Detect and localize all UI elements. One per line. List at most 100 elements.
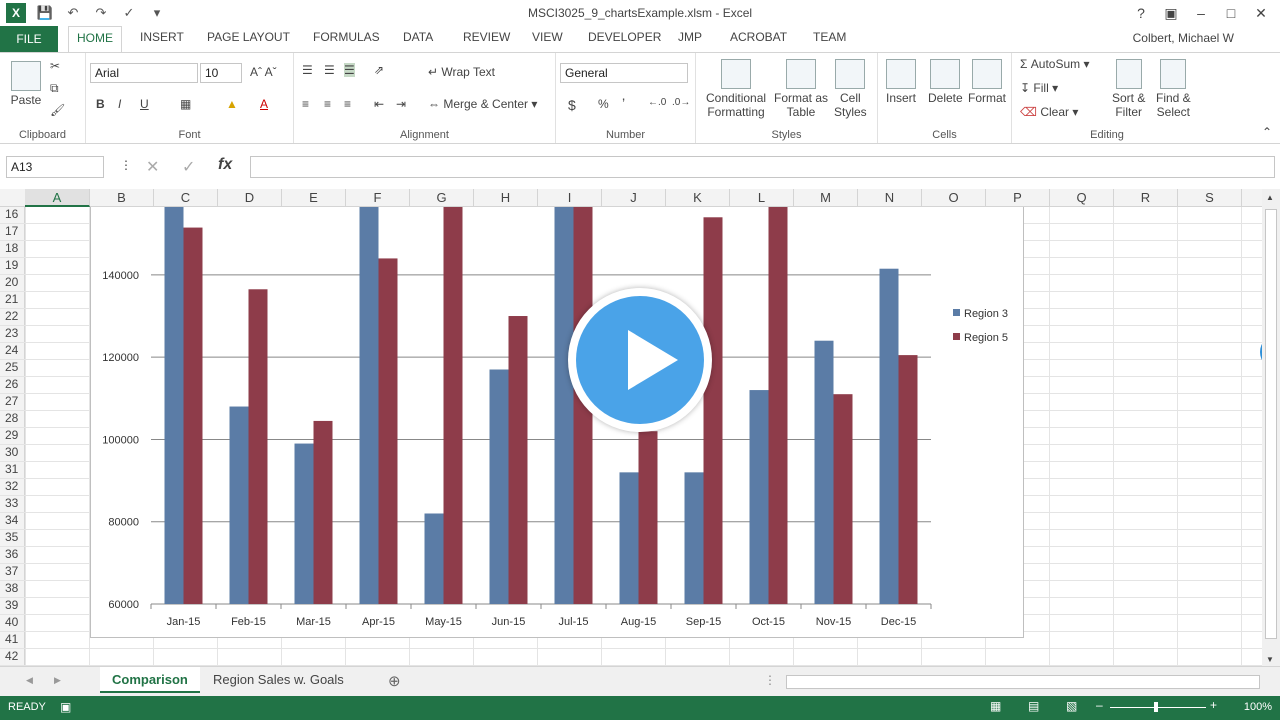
- maximize-icon[interactable]: □: [1216, 2, 1246, 24]
- align-top-icon[interactable]: ☰: [302, 63, 313, 77]
- insert-button[interactable]: Insert: [886, 59, 916, 105]
- tab-team[interactable]: TEAM: [813, 30, 846, 44]
- column-header-a[interactable]: A: [25, 189, 90, 207]
- vertical-scrollbar[interactable]: ▲ ▼: [1262, 189, 1280, 666]
- row-header-16[interactable]: 16: [0, 207, 25, 224]
- sheet-tab-region-sales[interactable]: Region Sales w. Goals: [201, 667, 356, 693]
- format-as-table-button[interactable]: Format as Table: [774, 59, 828, 119]
- align-right-icon[interactable]: ≡: [344, 97, 351, 111]
- bold-icon[interactable]: B: [96, 97, 105, 111]
- merge-center-button[interactable]: ⇔ Merge & Center ▾: [428, 97, 537, 111]
- comma-button[interactable]: ’: [622, 95, 625, 111]
- zoom-level[interactable]: 100%: [1244, 701, 1272, 713]
- column-header-q[interactable]: Q: [1050, 189, 1114, 207]
- cancel-icon[interactable]: ✕: [146, 157, 159, 177]
- orientation-icon[interactable]: ⇗: [374, 63, 384, 77]
- row-header-22[interactable]: 22: [0, 309, 25, 326]
- normal-view-icon[interactable]: ▦: [990, 699, 1001, 713]
- column-header-n[interactable]: N: [858, 189, 922, 207]
- column-header-o[interactable]: O: [922, 189, 986, 207]
- enter-icon[interactable]: ✓: [182, 157, 195, 177]
- column-header-j[interactable]: J: [602, 189, 666, 207]
- close-icon[interactable]: ✕: [1246, 2, 1276, 24]
- zoom-in-icon[interactable]: +: [1210, 698, 1217, 712]
- number-format-select[interactable]: General: [560, 63, 688, 83]
- chart-area[interactable]: 60000 80000 100000 120000 140000 Jan-15 Feb-15…: [90, 207, 1024, 638]
- tab-developer[interactable]: DEVELOPER: [588, 30, 661, 44]
- tab-jmp[interactable]: JMP: [678, 30, 702, 44]
- row-header-29[interactable]: 29: [0, 428, 25, 445]
- borders-icon[interactable]: ▦: [180, 97, 191, 111]
- video-play-button[interactable]: [568, 288, 712, 432]
- font-color-icon[interactable]: A: [260, 97, 268, 111]
- column-header-k[interactable]: K: [666, 189, 730, 207]
- row-header-42[interactable]: 42: [0, 649, 25, 666]
- column-header-e[interactable]: E: [282, 189, 346, 207]
- row-header-40[interactable]: 40: [0, 615, 25, 632]
- row-header-41[interactable]: 41: [0, 632, 25, 649]
- row-header-33[interactable]: 33: [0, 496, 25, 513]
- column-header-m[interactable]: M: [794, 189, 858, 207]
- scroll-down-icon[interactable]: ▼: [1266, 655, 1274, 664]
- clear-button[interactable]: ⌫ Clear ▾: [1020, 105, 1078, 119]
- conditional-formatting-button[interactable]: Conditional Formatting: [706, 59, 766, 119]
- decrease-decimal-icon[interactable]: .0→: [672, 97, 690, 108]
- column-header-d[interactable]: D: [218, 189, 282, 207]
- row-header-35[interactable]: 35: [0, 530, 25, 547]
- autosum-button[interactable]: Σ AutoSum ▾: [1020, 57, 1089, 71]
- column-header-s[interactable]: S: [1178, 189, 1242, 207]
- fill-color-icon[interactable]: ▲: [226, 97, 238, 111]
- font-name-select[interactable]: Arial: [90, 63, 198, 83]
- row-header-32[interactable]: 32: [0, 479, 25, 496]
- column-header-f[interactable]: F: [346, 189, 410, 207]
- row-header-36[interactable]: 36: [0, 547, 25, 564]
- prev-sheet-icon[interactable]: ◀: [26, 675, 33, 686]
- page-layout-view-icon[interactable]: ▤: [1028, 699, 1039, 713]
- ribbon-display-icon[interactable]: ▣: [1156, 2, 1186, 24]
- zoom-slider[interactable]: [1110, 707, 1206, 708]
- column-header-i[interactable]: I: [538, 189, 602, 207]
- scroll-up-icon[interactable]: ▲: [1266, 193, 1274, 202]
- increase-indent-icon[interactable]: ⇥: [396, 97, 406, 111]
- decrease-indent-icon[interactable]: ⇤: [374, 97, 384, 111]
- tab-home[interactable]: HOME: [68, 26, 122, 54]
- format-painter-icon[interactable]: 🖌: [50, 103, 65, 117]
- macro-record-icon[interactable]: ▣: [60, 700, 71, 714]
- grow-font-icon[interactable]: Aˆ Aˇ: [250, 65, 277, 79]
- row-header-26[interactable]: 26: [0, 377, 25, 394]
- formula-input[interactable]: [250, 156, 1275, 178]
- row-header-23[interactable]: 23: [0, 326, 25, 343]
- tab-formulas[interactable]: FORMULAS: [313, 30, 380, 44]
- cut-icon[interactable]: ✂: [50, 59, 60, 73]
- row-header-34[interactable]: 34: [0, 513, 25, 530]
- row-header-24[interactable]: 24: [0, 343, 25, 360]
- font-size-select[interactable]: 10: [200, 63, 242, 83]
- zoom-out-icon[interactable]: –: [1096, 698, 1103, 712]
- align-center-icon[interactable]: ≡: [324, 97, 331, 111]
- row-header-37[interactable]: 37: [0, 564, 25, 581]
- align-bottom-icon[interactable]: ☰: [344, 63, 355, 77]
- underline-icon[interactable]: U: [140, 97, 149, 111]
- user-name[interactable]: Colbert, Michael W: [1133, 31, 1234, 45]
- copy-icon[interactable]: ⧉: [50, 81, 59, 96]
- tab-acrobat[interactable]: ACROBAT: [730, 30, 787, 44]
- insert-function-button[interactable]: fx: [218, 156, 232, 174]
- scroll-thumb[interactable]: [1265, 209, 1277, 639]
- find-select-button[interactable]: Find & Select: [1156, 59, 1191, 119]
- increase-decimal-icon[interactable]: ←.0: [648, 97, 666, 108]
- page-break-view-icon[interactable]: ▧: [1066, 699, 1077, 713]
- italic-icon[interactable]: I: [118, 97, 121, 111]
- cell-styles-button[interactable]: Cell Styles: [834, 59, 867, 119]
- row-header-25[interactable]: 25: [0, 360, 25, 377]
- align-middle-icon[interactable]: ☰: [324, 63, 335, 77]
- help-icon[interactable]: ?: [1126, 2, 1156, 24]
- tab-split-icon[interactable]: ⋮: [764, 673, 776, 687]
- percent-button[interactable]: %: [598, 97, 609, 111]
- sheet-tab-comparison[interactable]: Comparison: [100, 667, 200, 693]
- row-header-28[interactable]: 28: [0, 411, 25, 428]
- tab-review[interactable]: REVIEW: [463, 30, 510, 44]
- tab-view[interactable]: VIEW: [532, 30, 563, 44]
- column-header-g[interactable]: G: [410, 189, 474, 207]
- column-header-c[interactable]: C: [154, 189, 218, 207]
- horizontal-scrollbar[interactable]: [786, 675, 1260, 689]
